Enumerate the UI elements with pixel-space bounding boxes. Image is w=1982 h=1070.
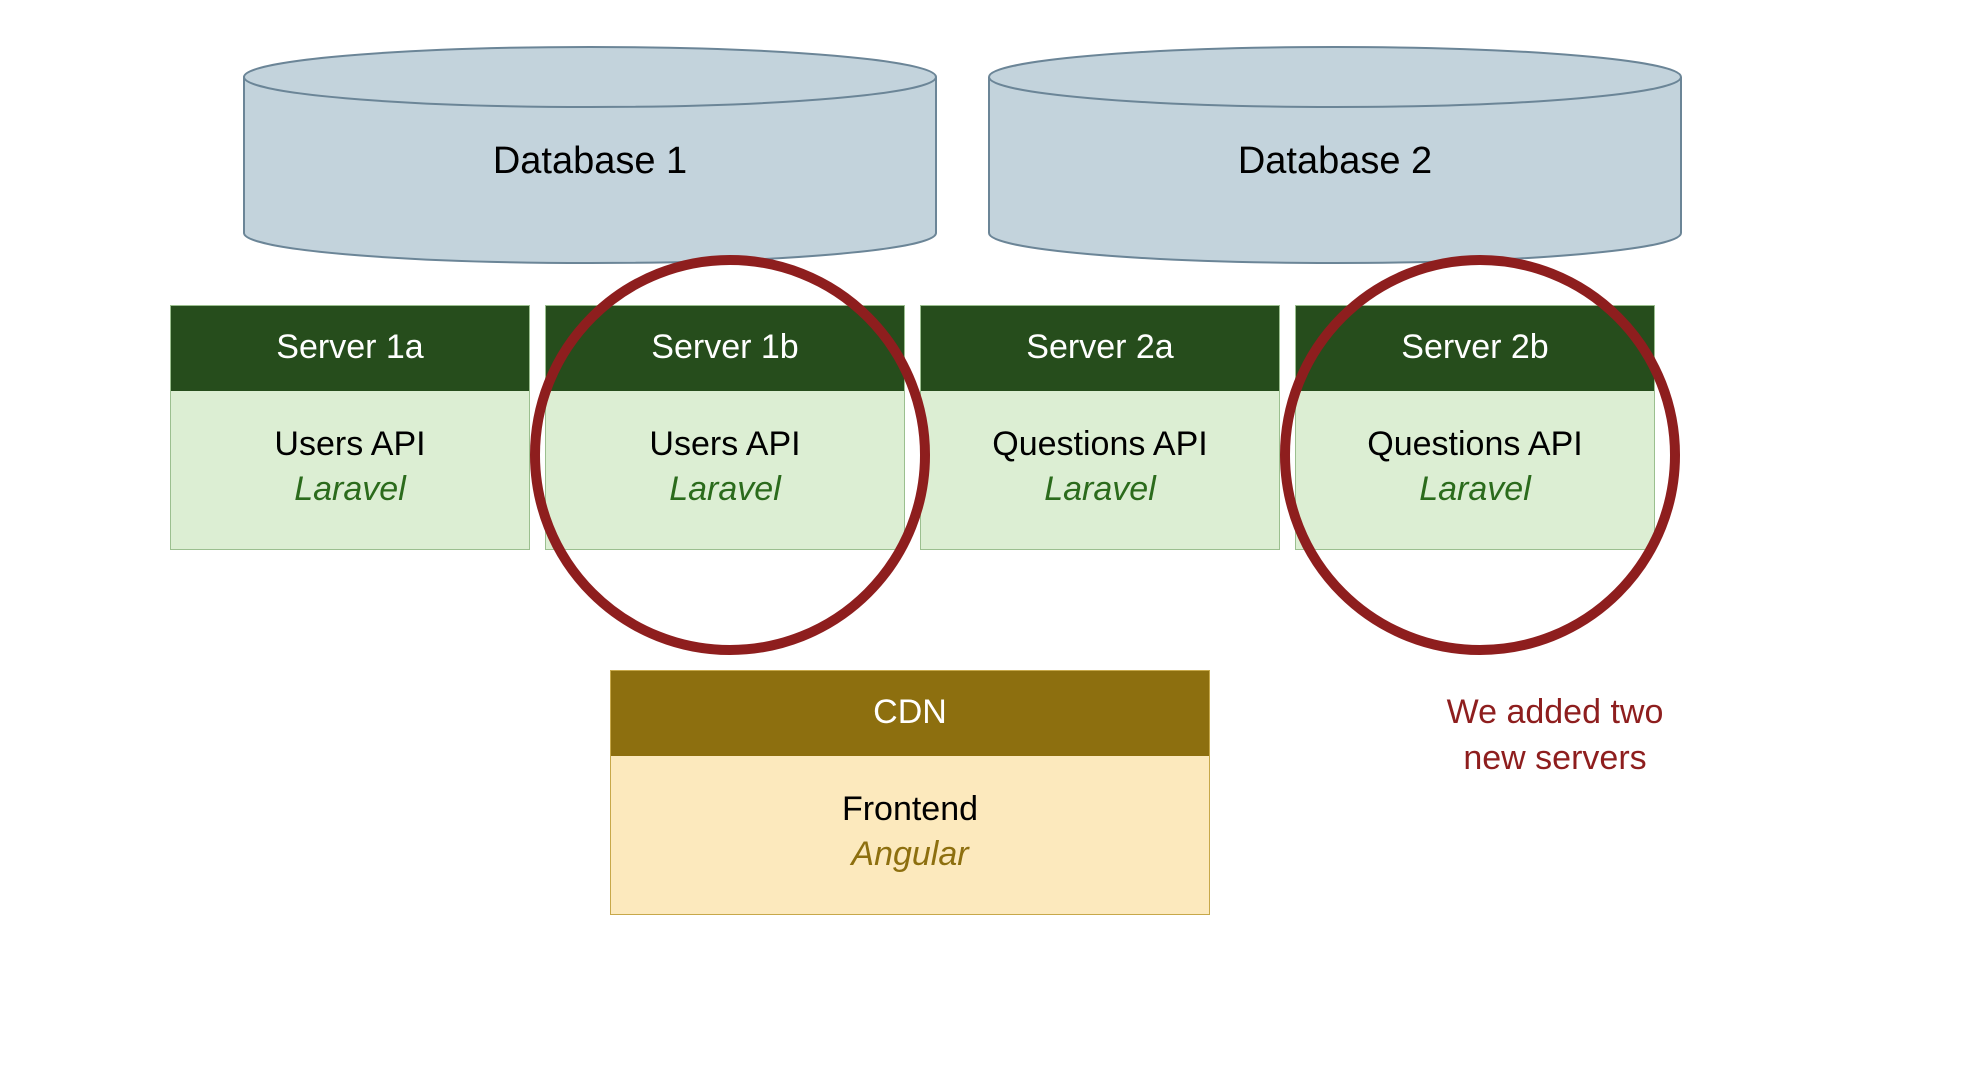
database-1-label: Database 1 — [240, 140, 940, 183]
database-1: Database 1 — [240, 45, 940, 265]
server-2a-header: Server 2a — [921, 306, 1279, 391]
server-1a-header: Server 1a — [171, 306, 529, 391]
cdn-api: Frontend — [611, 790, 1209, 829]
highlight-circle-2 — [1280, 255, 1680, 655]
architecture-diagram: Database 1 Database 2 Server 1a Users AP… — [0, 0, 1982, 1070]
highlight-circle-1 — [530, 255, 930, 655]
server-1a-api: Users API — [171, 425, 529, 464]
server-2a-tech: Laravel — [921, 470, 1279, 509]
cdn-box: CDN Frontend Angular — [610, 670, 1210, 915]
cdn-header: CDN — [611, 671, 1209, 756]
annotation-line-2: new servers — [1395, 736, 1715, 782]
cdn-tech: Angular — [611, 835, 1209, 874]
server-2a-api: Questions API — [921, 425, 1279, 464]
database-2: Database 2 — [985, 45, 1685, 265]
server-1a-tech: Laravel — [171, 470, 529, 509]
server-1a: Server 1a Users API Laravel — [170, 305, 530, 550]
database-2-label: Database 2 — [985, 140, 1685, 183]
server-2a: Server 2a Questions API Laravel — [920, 305, 1280, 550]
annotation-text: We added two new servers — [1395, 690, 1715, 782]
annotation-line-1: We added two — [1395, 690, 1715, 736]
